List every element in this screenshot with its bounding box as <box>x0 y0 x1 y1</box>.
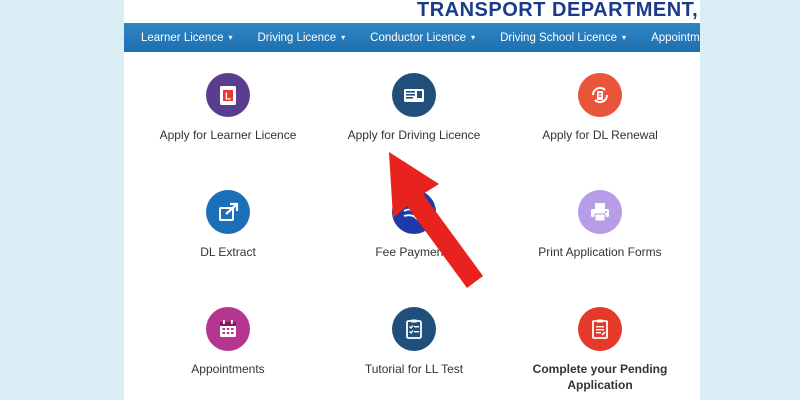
nav-label: Learner Licence <box>141 31 224 44</box>
learner-plate-icon: L <box>206 73 250 117</box>
service-appointments[interactable]: Appointments <box>132 307 324 377</box>
service-complete-pending-application[interactable]: Complete your Pending Application <box>504 307 696 393</box>
nav-appointments[interactable]: Appointments ▾ <box>634 23 700 52</box>
service-label: Complete your Pending Application <box>532 362 668 392</box>
nav-label: Driving Licence <box>257 31 337 44</box>
nav-learner-licence[interactable]: Learner Licence ▾ <box>124 23 241 52</box>
nav-driving-school-licence[interactable]: Driving School Licence ▾ <box>483 23 634 52</box>
page-title: TRANSPORT DEPARTMENT, GOVE <box>417 0 700 21</box>
nav-driving-licence[interactable]: Driving Licence ▾ <box>241 23 354 52</box>
main-navbar: Learner Licence ▾ Driving Licence ▾ Cond… <box>124 23 700 52</box>
red-arrow-annotation-icon <box>389 152 483 288</box>
nav-label: Conductor Licence <box>370 31 467 44</box>
svg-text:L: L <box>225 92 231 103</box>
service-label: Tutorial for LL Test <box>364 362 464 376</box>
service-label: DL Extract <box>200 245 256 259</box>
service-print-application-forms[interactable]: Print Application Forms <box>504 190 696 260</box>
nav-label: Driving School Licence <box>500 31 618 44</box>
service-label: Apply for DL Renewal <box>542 128 658 142</box>
calendar-icon <box>206 307 250 351</box>
printer-icon <box>578 190 622 234</box>
service-tutorial-ll-test[interactable]: Tutorial for LL Test <box>318 307 510 377</box>
service-label: Print Application Forms <box>538 245 662 259</box>
nav-conductor-licence[interactable]: Conductor Licence ▾ <box>353 23 483 52</box>
chevron-down-icon: ▾ <box>471 33 476 42</box>
service-apply-dl-renewal[interactable]: Apply for DL Renewal <box>504 73 696 143</box>
service-dl-extract[interactable]: DL Extract <box>132 190 324 260</box>
renewal-icon <box>578 73 622 117</box>
chevron-down-icon: ▾ <box>622 33 627 42</box>
service-label: Appointments <box>191 362 265 376</box>
nav-label: Appointments <box>651 31 700 44</box>
main-panel: TRANSPORT DEPARTMENT, GOVE Learner Licen… <box>124 0 700 400</box>
chevron-down-icon: ▾ <box>341 33 346 42</box>
checklist-icon <box>392 307 436 351</box>
pending-form-icon <box>578 307 622 351</box>
service-apply-learner-licence[interactable]: L Apply for Learner Licence <box>132 73 324 143</box>
service-label: Apply for Driving Licence <box>347 128 481 142</box>
chevron-down-icon: ▾ <box>228 33 233 42</box>
id-card-icon <box>392 73 436 117</box>
share-extract-icon <box>206 190 250 234</box>
service-label: Apply for Learner Licence <box>159 128 297 142</box>
service-apply-driving-licence[interactable]: Apply for Driving Licence <box>318 73 510 143</box>
